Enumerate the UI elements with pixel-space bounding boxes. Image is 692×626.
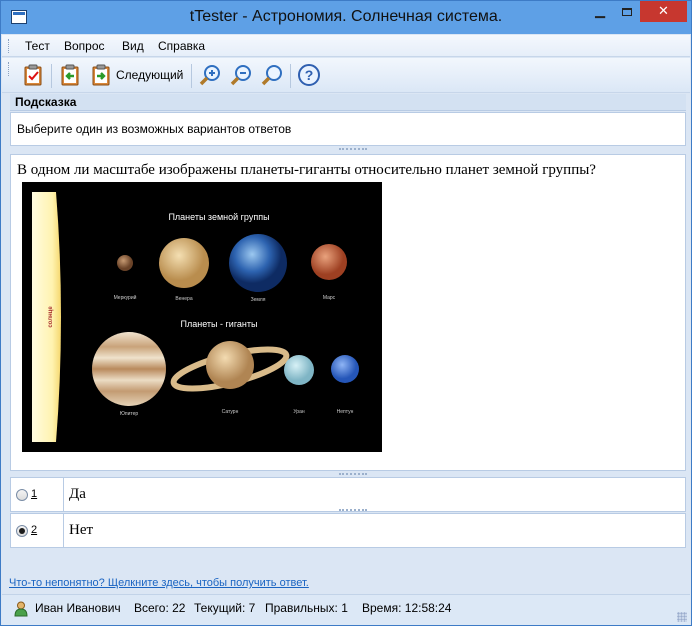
menu-grip bbox=[8, 39, 11, 53]
answer-selector[interactable]: 2 bbox=[11, 514, 64, 547]
zoom-in-icon bbox=[199, 65, 220, 86]
answer-1-radio[interactable] bbox=[16, 489, 28, 501]
uranus-label: Уран bbox=[293, 409, 305, 415]
clipboard-check-icon bbox=[24, 64, 42, 86]
toolbar-grip bbox=[8, 62, 11, 76]
mars bbox=[311, 244, 347, 280]
mars-label: Марс bbox=[323, 295, 336, 301]
menu-help[interactable]: Справка bbox=[158, 39, 205, 53]
answer-1-text: Да bbox=[69, 486, 86, 502]
menu-bar: Тест Вопрос Вид Справка bbox=[2, 35, 690, 57]
previous-question-button[interactable] bbox=[58, 63, 82, 87]
title-bar[interactable]: tTester - Астрономия. Солнечная система.… bbox=[1, 1, 691, 34]
menu-question[interactable]: Вопрос bbox=[64, 39, 105, 53]
question-panel: В одном ли масштабе изображены планеты-г… bbox=[10, 154, 686, 471]
question-text: В одном ли масштабе изображены планеты-г… bbox=[17, 162, 596, 178]
venus bbox=[159, 238, 209, 288]
earth-label: Земля bbox=[251, 297, 266, 303]
neptune-label: Нептун bbox=[337, 409, 354, 415]
planets-figure: солнце Планеты земной группы Меркурий Ве… bbox=[22, 182, 382, 452]
next-button-label[interactable]: Следующий bbox=[116, 68, 183, 82]
help-link[interactable]: Что-то непонятно? Щелкните здесь, чтобы … bbox=[9, 577, 309, 589]
terrestrial-title: Планеты земной группы bbox=[168, 212, 269, 222]
hint-splitter[interactable] bbox=[10, 146, 686, 153]
toolbar: Следующий ? bbox=[2, 58, 690, 93]
close-button[interactable]: ✕ bbox=[640, 1, 687, 22]
zoom-reset-button[interactable] bbox=[260, 63, 284, 87]
hint-panel: Выберите один из возможных вариантов отв… bbox=[10, 112, 686, 146]
saturn-label: Сатурн bbox=[222, 409, 239, 415]
help-button[interactable]: ? bbox=[297, 63, 321, 87]
zoom-out-button[interactable] bbox=[229, 63, 253, 87]
answer-2-index[interactable]: 2 bbox=[31, 524, 37, 536]
status-total: Всего: 22 bbox=[134, 601, 186, 615]
zoom-in-button[interactable] bbox=[198, 63, 222, 87]
answer-option-2[interactable]: 2 Нет bbox=[10, 513, 686, 548]
sun bbox=[32, 192, 61, 442]
zoom-out-icon bbox=[230, 65, 251, 86]
answer-1-index[interactable]: 1 bbox=[31, 488, 37, 500]
svg-text:?: ? bbox=[305, 67, 314, 83]
menu-test[interactable]: Тест bbox=[25, 39, 50, 53]
next-question-button[interactable] bbox=[89, 63, 113, 87]
maximize-icon bbox=[621, 8, 632, 16]
status-current: Текущий: 7 bbox=[194, 601, 256, 615]
mercury-label: Меркурий bbox=[114, 294, 137, 301]
user-icon bbox=[14, 601, 28, 617]
arrow-left-icon bbox=[61, 64, 79, 86]
question-mark-icon: ? bbox=[298, 64, 320, 86]
status-correct: Правильных: 1 bbox=[265, 601, 348, 615]
sun-label: солнце bbox=[48, 306, 54, 328]
magnifier-icon bbox=[261, 65, 282, 86]
hint-header: Подсказка bbox=[10, 94, 686, 111]
answer-2-text: Нет bbox=[69, 522, 94, 538]
finish-test-button[interactable] bbox=[21, 63, 45, 87]
mercury bbox=[117, 255, 133, 271]
app-window: tTester - Астрономия. Солнечная система.… bbox=[0, 0, 692, 626]
resize-grip[interactable] bbox=[677, 612, 687, 622]
hint-text: Выберите один из возможных вариантов отв… bbox=[17, 122, 292, 136]
uranus bbox=[284, 355, 314, 385]
earth bbox=[229, 234, 287, 292]
saturn bbox=[206, 341, 254, 389]
venus-label: Венера bbox=[175, 296, 192, 302]
giants-title: Планеты - гиганты bbox=[181, 319, 258, 329]
jupiter bbox=[92, 332, 166, 406]
neptune bbox=[331, 355, 359, 383]
status-bar: Иван Иванович Всего: 22 Текущий: 7 Прави… bbox=[2, 594, 690, 625]
minimize-button[interactable]: ▁ bbox=[587, 1, 613, 22]
status-user: Иван Иванович bbox=[35, 601, 121, 615]
maximize-button[interactable] bbox=[613, 1, 640, 22]
answer-2-radio[interactable] bbox=[16, 525, 28, 537]
status-time: Время: 12:58:24 bbox=[362, 601, 452, 615]
jupiter-label: Юпитер bbox=[120, 411, 139, 417]
hint-title: Подсказка bbox=[15, 95, 77, 109]
menu-view[interactable]: Вид bbox=[122, 39, 144, 53]
arrow-right-icon bbox=[92, 64, 110, 86]
